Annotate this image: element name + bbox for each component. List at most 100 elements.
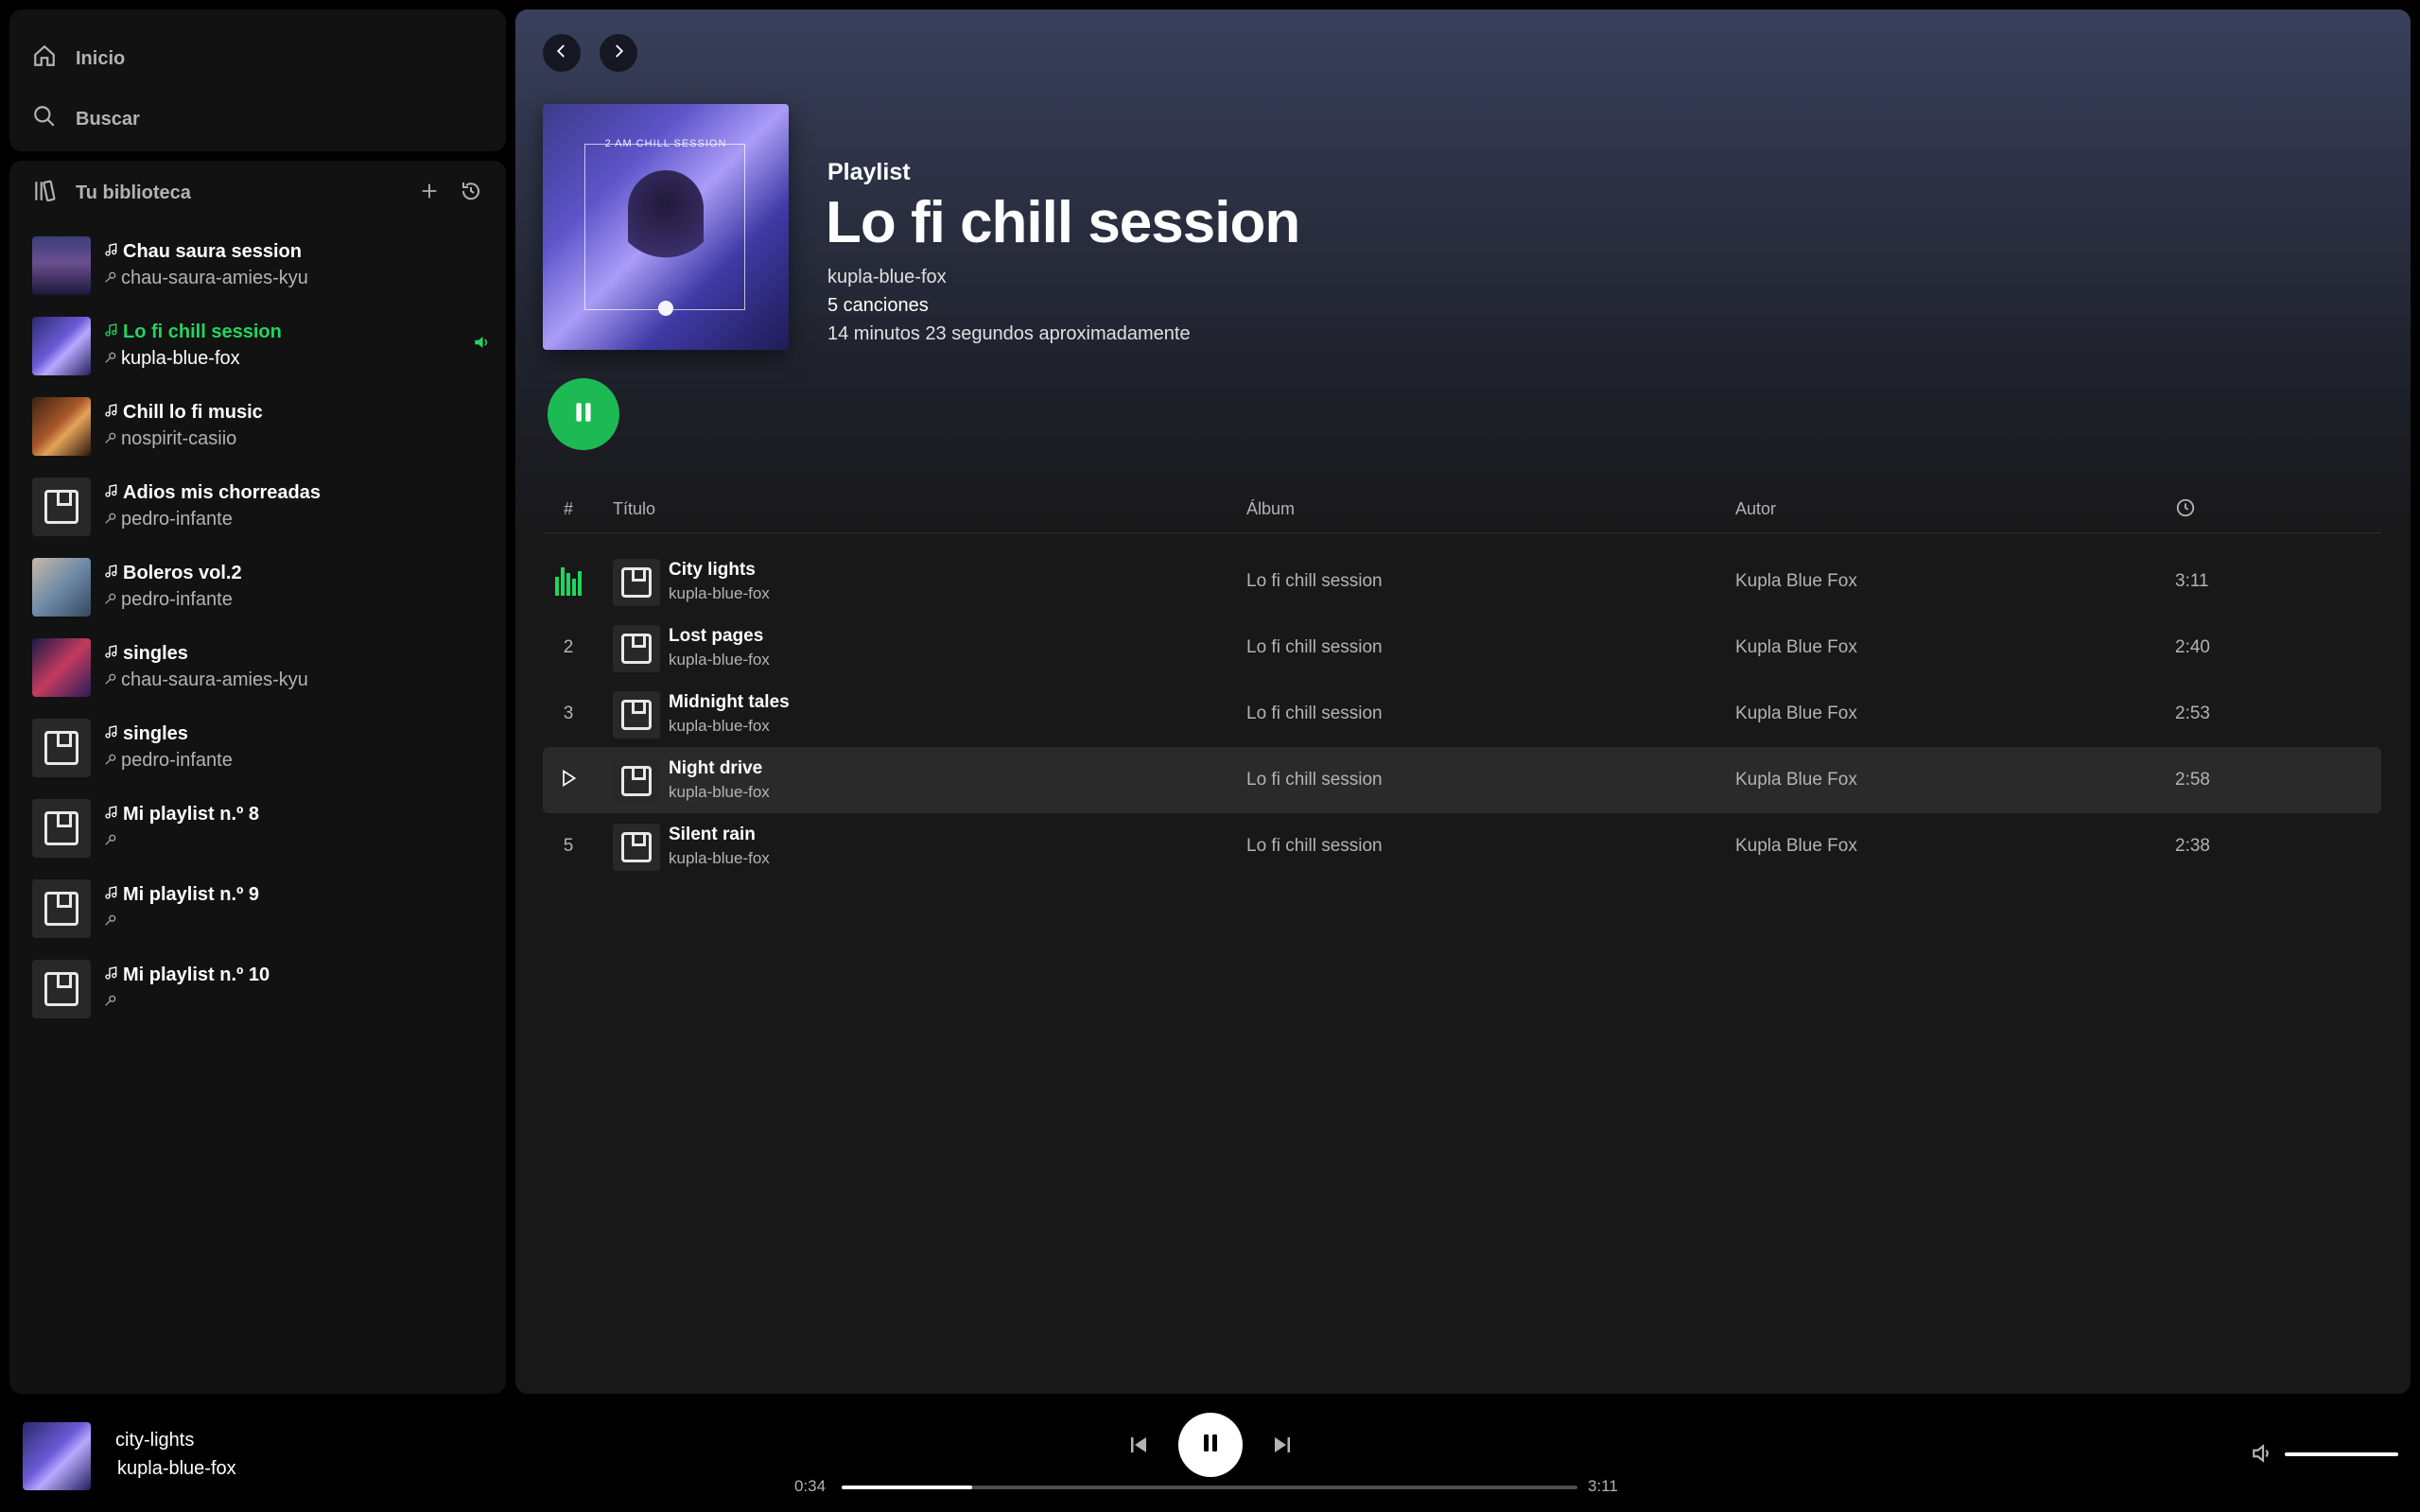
header-title[interactable]: Título: [613, 499, 655, 519]
previous-button[interactable]: [1123, 1432, 1154, 1462]
track-artist[interactable]: kupla-blue-fox: [669, 651, 770, 669]
track-row[interactable]: 2 Lost pages kupla-blue-fox Lo fi chill ses…: [543, 615, 2381, 681]
chevron-right-icon: [610, 43, 627, 64]
track-placeholder-icon: [621, 634, 652, 664]
library-item-cover: [32, 477, 91, 536]
track-row[interactable]: Night drive kupla-blue-fox Lo fi chill ses…: [543, 747, 2381, 813]
music-note-icon: [104, 241, 119, 263]
playlist-song-count: 5 canciones: [827, 295, 929, 316]
track-album[interactable]: Lo fi chill session: [1246, 637, 1383, 658]
music-note-icon: [104, 643, 119, 665]
library-item[interactable]: Chill lo fi music nospirit-casiio: [32, 386, 496, 466]
now-playing-cover[interactable]: [23, 1422, 91, 1490]
library-header: Tu biblioteca: [32, 174, 486, 212]
microphone-icon: [104, 750, 117, 772]
library-item[interactable]: Mi playlist n.º 9: [32, 868, 496, 948]
playlist-duration: 14 minutos 23 segundos aproximadamente: [827, 323, 1191, 344]
track-album[interactable]: Lo fi chill session: [1246, 704, 1383, 724]
music-note-icon: [104, 965, 119, 986]
track-album[interactable]: Lo fi chill session: [1246, 571, 1383, 592]
library-item[interactable]: Mi playlist n.º 8: [32, 788, 496, 868]
skip-forward-icon: [1271, 1434, 1294, 1461]
library-item[interactable]: Lo fi chill session kupla-blue-fox: [32, 305, 496, 386]
track-title[interactable]: Silent rain: [669, 825, 756, 845]
track-author[interactable]: Kupla Blue Fox: [1735, 770, 1857, 791]
microphone-icon: [104, 268, 117, 289]
library-item-cover: [32, 798, 91, 858]
library-item-owner: kupla-blue-fox: [121, 348, 240, 369]
progress-bar[interactable]: [842, 1486, 1577, 1489]
library-item[interactable]: singles chau-saura-amies-kyu: [32, 627, 496, 707]
nav-search[interactable]: Buscar: [32, 100, 140, 138]
track-author[interactable]: Kupla Blue Fox: [1735, 637, 1857, 658]
track-album[interactable]: Lo fi chill session: [1246, 770, 1383, 791]
volume-fill: [2285, 1452, 2398, 1456]
track-placeholder-icon: [621, 700, 652, 730]
library-item[interactable]: singles pedro-infante: [32, 707, 496, 788]
back-button[interactable]: [543, 34, 581, 72]
player-pause-button[interactable]: [1178, 1413, 1243, 1477]
track-author[interactable]: Kupla Blue Fox: [1735, 571, 1857, 592]
track-row[interactable]: City lights kupla-blue-fox Lo fi chill ses…: [543, 548, 2381, 615]
library-item-name: Boleros vol.2: [123, 563, 242, 583]
library-item-name: Mi playlist n.º 9: [123, 884, 260, 905]
track-title[interactable]: City lights: [669, 560, 756, 581]
library-item-cover: [32, 959, 91, 1018]
library-item[interactable]: Adios mis chorreadas pedro-infante: [32, 466, 496, 547]
volume-slider[interactable]: [2285, 1452, 2398, 1456]
nav-panel: Inicio Buscar: [9, 9, 506, 151]
library-item-name: singles: [123, 643, 188, 664]
track-cover: [613, 824, 660, 871]
track-row[interactable]: 3 Midnight tales kupla-blue-fox Lo fi chill…: [543, 681, 2381, 747]
library-item-owner: chau-saura-amies-kyu: [121, 268, 308, 288]
search-icon: [32, 104, 57, 134]
track-cover: [613, 691, 660, 739]
track-number: 2: [563, 637, 574, 657]
microphone-icon: [104, 669, 117, 691]
track-title[interactable]: Lost pages: [669, 626, 763, 647]
track-artist[interactable]: kupla-blue-fox: [669, 717, 770, 736]
library-item[interactable]: Mi playlist n.º 10: [32, 948, 496, 1029]
music-note-icon: [104, 884, 119, 906]
create-playlist-button[interactable]: [414, 178, 444, 208]
playlist-owner[interactable]: kupla-blue-fox: [827, 267, 947, 288]
header-author[interactable]: Autor: [1735, 499, 1776, 519]
library-item[interactable]: Boleros vol.2 pedro-infante: [32, 547, 496, 627]
library-item[interactable]: Chau saura session chau-saura-amies-kyu: [32, 225, 496, 305]
track-cover: [613, 559, 660, 606]
now-playing-title[interactable]: city-lights: [115, 1430, 194, 1451]
track-table-body: City lights kupla-blue-fox Lo fi chill ses…: [543, 548, 2381, 879]
playlist-pause-button[interactable]: [548, 378, 619, 450]
track-title[interactable]: Night drive: [669, 758, 762, 779]
library-item-cover: [32, 396, 91, 456]
volume-icon[interactable]: [2251, 1441, 2275, 1466]
track-row[interactable]: 5 Silent rain kupla-blue-fox Lo fi chill se…: [543, 813, 2381, 879]
library-item-name: Chill lo fi music: [123, 402, 263, 423]
recent-button[interactable]: [456, 178, 486, 208]
track-artist[interactable]: kupla-blue-fox: [669, 783, 770, 802]
total-time: 3:11: [1588, 1477, 1618, 1495]
playlist-placeholder-icon: [44, 489, 78, 524]
library-icon[interactable]: [32, 179, 57, 208]
track-album[interactable]: Lo fi chill session: [1246, 836, 1383, 857]
now-playing-artist[interactable]: kupla-blue-fox: [117, 1458, 236, 1480]
track-artist[interactable]: kupla-blue-fox: [669, 849, 770, 868]
track-duration: 3:11: [2175, 571, 2209, 591]
next-button[interactable]: [1267, 1432, 1297, 1462]
pause-icon: [571, 400, 596, 429]
library-item-owner: pedro-infante: [121, 509, 233, 530]
track-author[interactable]: Kupla Blue Fox: [1735, 704, 1857, 724]
library-item-name: Mi playlist n.º 10: [123, 965, 270, 985]
play-icon[interactable]: [554, 768, 583, 794]
header-album[interactable]: Álbum: [1246, 499, 1295, 519]
track-title[interactable]: Midnight tales: [669, 692, 790, 713]
track-number: 3: [563, 704, 574, 723]
forward-button[interactable]: [600, 34, 637, 72]
music-note-icon: [104, 723, 119, 745]
nav-home[interactable]: Inicio: [32, 40, 125, 78]
track-author[interactable]: Kupla Blue Fox: [1735, 836, 1857, 857]
library-title[interactable]: Tu biblioteca: [76, 182, 191, 204]
track-artist[interactable]: kupla-blue-fox: [669, 584, 770, 603]
track-duration: 2:53: [2175, 704, 2210, 723]
library-item-name: singles: [123, 723, 188, 744]
